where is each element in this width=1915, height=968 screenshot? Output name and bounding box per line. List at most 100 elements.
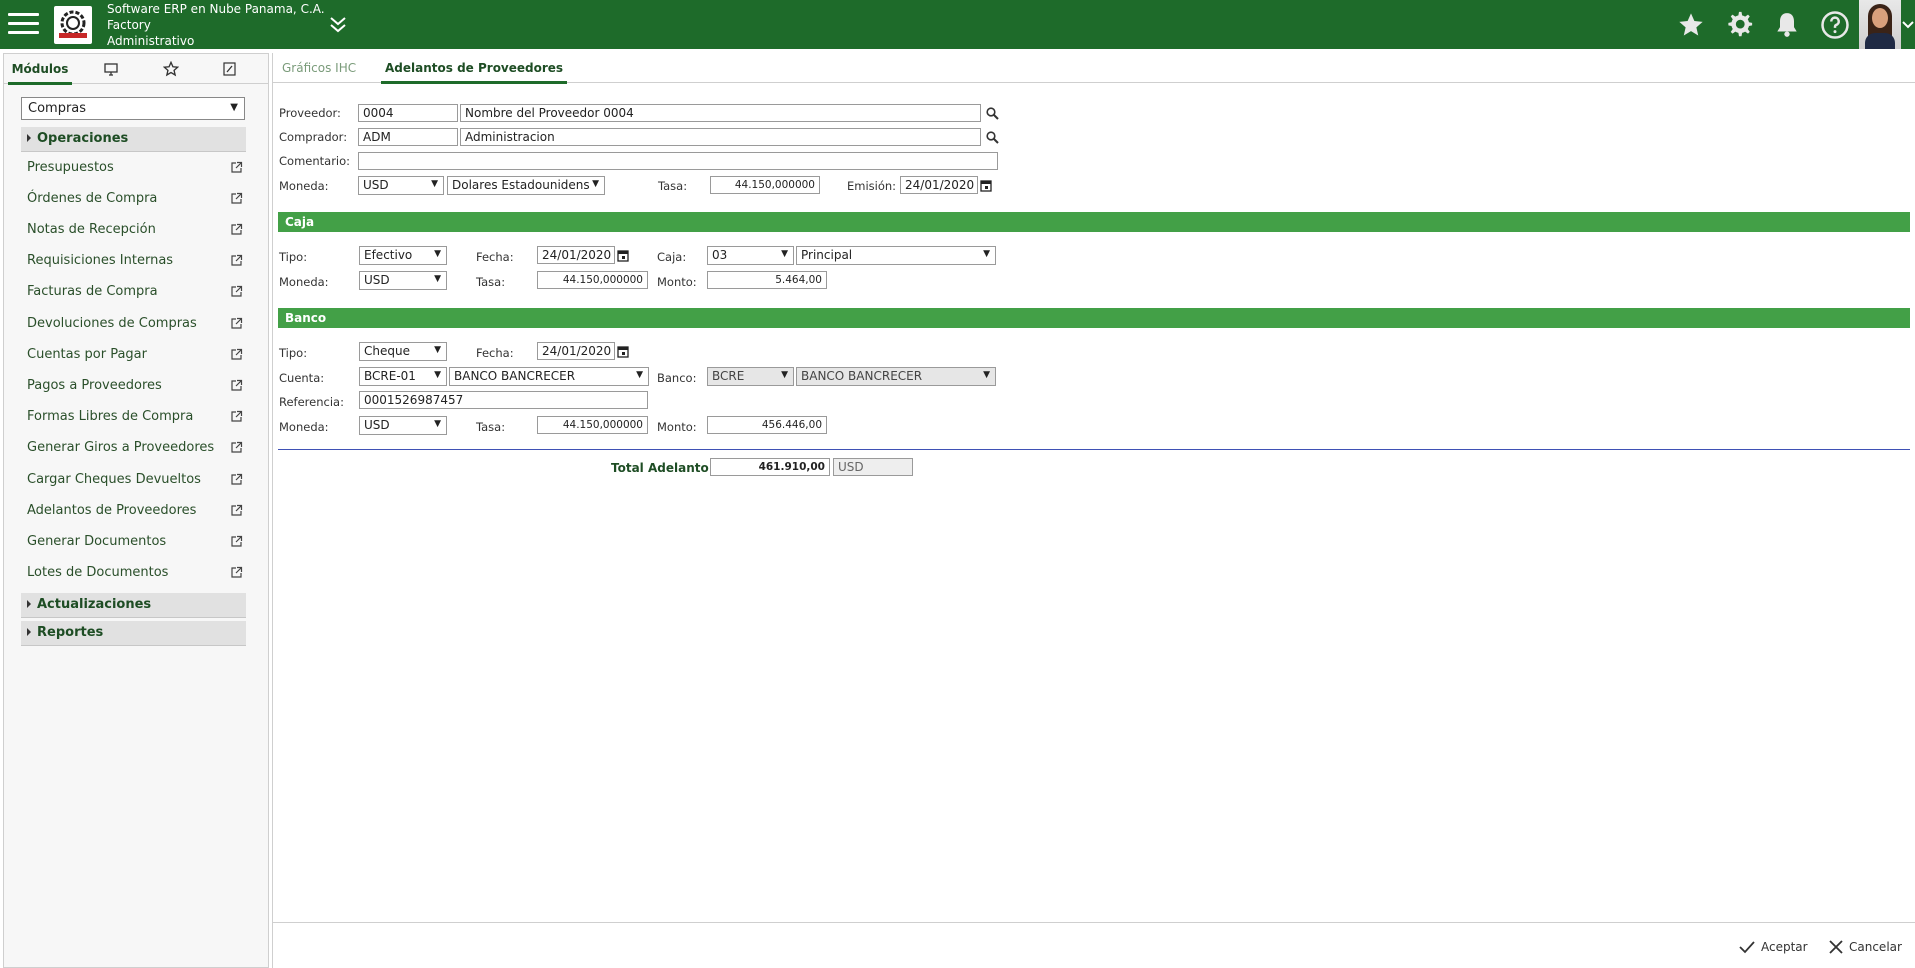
- caja-monto-input[interactable]: 5.464,00: [707, 271, 827, 289]
- banco-tasa-input[interactable]: 44.150,000000: [537, 416, 648, 434]
- tasa-input[interactable]: 44.150,000000: [710, 176, 820, 194]
- banco-moneda-select[interactable]: USD ▼: [359, 416, 447, 435]
- external-link-icon: [231, 223, 243, 235]
- sidebar-item[interactable]: Requisiciones Internas: [27, 249, 243, 273]
- caja-name-select[interactable]: Principal ▼: [796, 246, 996, 265]
- banco-cuenta-code-value: BCRE-01: [364, 369, 416, 383]
- company-branch: Factory: [107, 18, 151, 32]
- moneda-select[interactable]: USD ▼: [358, 176, 444, 195]
- proveedor-code-input[interactable]: 0004: [358, 104, 458, 122]
- emision-date-input[interactable]: 24/01/2020: [900, 176, 978, 194]
- section-operaciones[interactable]: Operaciones: [21, 127, 246, 152]
- search-icon[interactable]: [984, 105, 1000, 121]
- cancelar-button[interactable]: Cancelar: [1829, 938, 1902, 956]
- tab-modulos[interactable]: Módulos: [4, 54, 76, 85]
- external-link-icon: [231, 504, 243, 516]
- external-link-icon: [231, 161, 243, 173]
- company-logo: [54, 6, 92, 44]
- monitor-icon: [104, 62, 118, 76]
- calendar-icon[interactable]: [615, 343, 631, 359]
- sidebar-item[interactable]: Notas de Recepción: [27, 217, 243, 241]
- external-link-icon: [231, 254, 243, 266]
- module-select[interactable]: Compras ▼: [21, 97, 245, 120]
- dropdown-arrow-icon: ▼: [781, 370, 788, 380]
- section-reportes[interactable]: Reportes: [21, 621, 246, 646]
- sidebar-item[interactable]: Presupuestos: [27, 155, 243, 179]
- note-edit-icon: [222, 62, 236, 76]
- company-department: Administrativo: [107, 34, 195, 48]
- sidebar-item[interactable]: Adelantos de Proveedores: [27, 498, 243, 522]
- banco-cuenta-name-value: BANCO BANCRECER: [454, 369, 576, 383]
- caja-tasa-input[interactable]: 44.150,000000: [537, 271, 648, 289]
- help-icon[interactable]: [1811, 0, 1859, 49]
- caret-right-icon: [27, 134, 31, 142]
- dropdown-arrow-icon: ▼: [431, 179, 438, 189]
- comentario-input[interactable]: [358, 152, 998, 170]
- comprador-label: Comprador:: [279, 130, 348, 144]
- main-content: Gráficos IHC Adelantos de Proveedores Pr…: [272, 53, 1915, 968]
- total-currency: USD: [833, 458, 913, 476]
- tab-notes[interactable]: [204, 54, 254, 84]
- proveedor-name-input[interactable]: Nombre del Proveedor 0004: [460, 104, 981, 122]
- sidebar-item[interactable]: Lotes de Documentos: [27, 561, 243, 585]
- hamburger-menu-icon[interactable]: [8, 13, 39, 35]
- caja-moneda-select[interactable]: USD ▼: [359, 271, 447, 290]
- tab-graficos-ihc[interactable]: Gráficos IHC: [278, 53, 360, 83]
- dropdown-arrow-icon: ▼: [434, 419, 441, 429]
- caja-tipo-select[interactable]: Efectivo ▼: [359, 246, 447, 265]
- bell-icon[interactable]: [1763, 0, 1811, 49]
- caret-right-icon: [27, 600, 31, 608]
- external-link-icon: [231, 473, 243, 485]
- caja-fecha-label: Fecha:: [476, 250, 514, 264]
- caja-moneda-label: Moneda:: [279, 275, 329, 289]
- sidebar-item-label: Presupuestos: [27, 159, 114, 175]
- tab-adelantos-proveedores[interactable]: Adelantos de Proveedores: [381, 53, 568, 84]
- chevron-down-icon[interactable]: [1901, 0, 1915, 49]
- banco-banco-label: Banco:: [657, 371, 697, 385]
- proveedor-label: Proveedor:: [279, 106, 341, 120]
- caja-name-value: Principal: [801, 248, 853, 262]
- gear-icon[interactable]: [1715, 0, 1763, 49]
- banco-tipo-select[interactable]: Cheque ▼: [359, 342, 447, 361]
- sidebar-item[interactable]: Cargar Cheques Devueltos: [27, 467, 243, 491]
- banco-tasa-label: Tasa:: [476, 420, 506, 434]
- sidebar-item[interactable]: Pagos a Proveedores: [27, 373, 243, 397]
- moneda-name-value: Dolares Estadounidens: [452, 178, 590, 192]
- tasa-label: Tasa:: [658, 179, 688, 193]
- chevron-double-down-icon[interactable]: [327, 14, 349, 36]
- avatar[interactable]: [1859, 0, 1901, 49]
- search-icon[interactable]: [984, 129, 1000, 145]
- tab-favorites[interactable]: [146, 54, 196, 84]
- sidebar-item[interactable]: Formas Libres de Compra: [27, 405, 243, 429]
- calendar-icon[interactable]: [978, 177, 994, 193]
- aceptar-button[interactable]: Aceptar: [1739, 938, 1808, 956]
- banco-cuenta-code-select[interactable]: BCRE-01 ▼: [359, 367, 447, 386]
- banco-monto-input[interactable]: 456.446,00: [707, 416, 827, 434]
- caja-code-select[interactable]: 03 ▼: [707, 246, 794, 265]
- banco-moneda-value: USD: [364, 418, 390, 432]
- calendar-icon[interactable]: [615, 247, 631, 263]
- company-info: Software ERP en Nube Panama, C.A. Factor…: [107, 1, 325, 49]
- sidebar-item[interactable]: Devoluciones de Compras: [27, 311, 243, 335]
- tab-desktop[interactable]: [86, 54, 136, 84]
- sidebar-item[interactable]: Generar Documentos: [27, 529, 243, 553]
- sidebar-item[interactable]: Facturas de Compra: [27, 280, 243, 304]
- caja-monto-label: Monto:: [657, 275, 697, 289]
- comprador-name-input[interactable]: Administracion: [460, 128, 981, 146]
- sidebar-item[interactable]: Generar Giros a Proveedores: [27, 436, 243, 460]
- caja-fecha-input[interactable]: 24/01/2020: [537, 246, 615, 264]
- banco-cuenta-name-select[interactable]: BANCO BANCRECER ▼: [449, 367, 649, 386]
- moneda-name-select[interactable]: Dolares Estadounidens ▼: [447, 176, 605, 195]
- banco-referencia-label: Referencia:: [279, 395, 344, 409]
- sidebar-item-label: Generar Giros a Proveedores: [27, 440, 215, 456]
- sidebar-item[interactable]: Órdenes de Compra: [27, 186, 243, 210]
- external-link-icon: [231, 566, 243, 578]
- star-icon[interactable]: [1667, 0, 1715, 49]
- sidebar-tabs: Módulos: [4, 54, 268, 85]
- banco-referencia-input[interactable]: 0001526987457: [359, 391, 648, 409]
- sidebar-item[interactable]: Cuentas por Pagar: [27, 342, 243, 366]
- moneda-select-value: USD: [363, 178, 389, 192]
- comprador-code-input[interactable]: ADM: [358, 128, 458, 146]
- banco-fecha-input[interactable]: 24/01/2020: [537, 342, 615, 360]
- section-actualizaciones[interactable]: Actualizaciones: [21, 593, 246, 618]
